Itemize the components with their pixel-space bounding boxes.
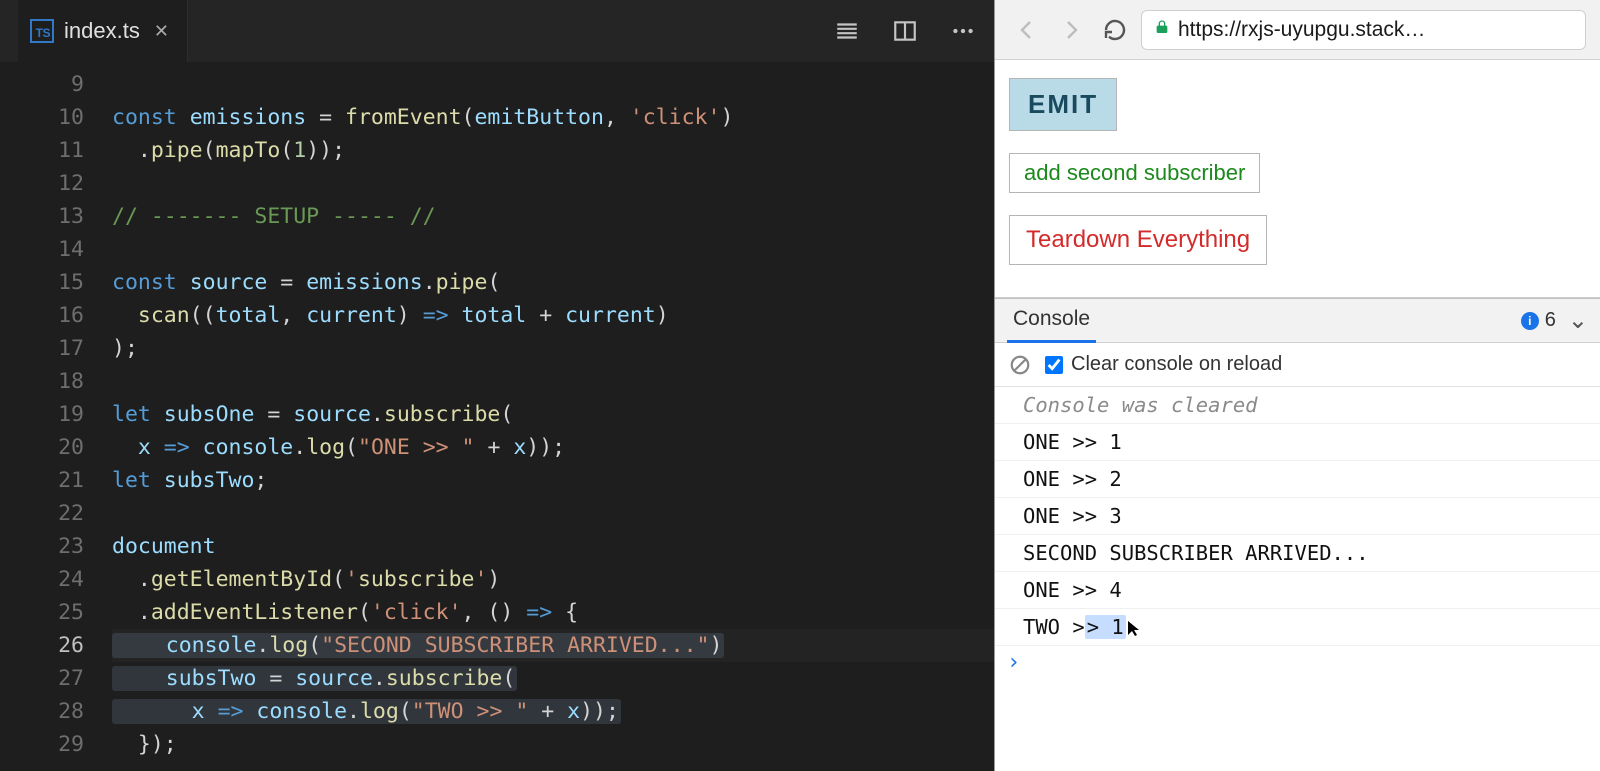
reload-icon[interactable]: [1097, 12, 1133, 48]
word-wrap-icon[interactable]: [834, 18, 860, 44]
console-log-line: ONE >> 4: [995, 572, 1600, 609]
console-log-line: ONE >> 3: [995, 498, 1600, 535]
console-input-prompt[interactable]: ›: [995, 646, 1600, 679]
teardown-button[interactable]: Teardown Everything: [1009, 215, 1267, 265]
devtools-tabs: Console i 6 ⌄: [995, 299, 1600, 343]
typescript-icon: TS: [30, 19, 54, 43]
line-gutter: 9101112131415161718192021222324252627282…: [0, 68, 112, 771]
console-toolbar: Clear console on reload: [995, 343, 1600, 387]
url-text: https://rxjs-uyupgu.stack…: [1178, 18, 1573, 42]
browser-toolbar: https://rxjs-uyupgu.stack…: [995, 0, 1600, 60]
devtools-panel: Console i 6 ⌄ Clear console on reload Co…: [995, 298, 1600, 771]
rendered-page: EMIT add second subscriber Teardown Ever…: [995, 60, 1600, 298]
message-count: 6: [1545, 309, 1556, 332]
lock-icon: [1154, 19, 1170, 40]
console-log-line: TWO >> 1: [995, 609, 1600, 646]
console-log-line: Console was cleared: [995, 387, 1600, 424]
more-actions-icon[interactable]: [950, 18, 976, 44]
console-log[interactable]: Console was clearedONE >> 1ONE >> 2ONE >…: [995, 387, 1600, 771]
clear-on-reload-toggle[interactable]: Clear console on reload: [1045, 353, 1282, 376]
split-editor-icon[interactable]: [892, 18, 918, 44]
editor-actions: [834, 18, 976, 44]
message-count-badge[interactable]: i 6: [1521, 309, 1556, 332]
editor-tab[interactable]: TS index.ts ✕: [18, 0, 188, 62]
emit-button[interactable]: EMIT: [1009, 78, 1117, 131]
clear-on-reload-label: Clear console on reload: [1071, 353, 1282, 376]
clear-console-icon[interactable]: [1009, 354, 1031, 376]
nav-forward-icon[interactable]: [1053, 12, 1089, 48]
console-tab[interactable]: Console: [1007, 299, 1096, 343]
url-field[interactable]: https://rxjs-uyupgu.stack…: [1141, 10, 1586, 50]
console-log-line: SECOND SUBSCRIBER ARRIVED...: [995, 535, 1600, 572]
nav-back-icon[interactable]: [1009, 12, 1045, 48]
console-log-line: ONE >> 1: [995, 424, 1600, 461]
code-editor-pane: TS index.ts ✕ 91011121314151617181920212…: [0, 0, 994, 771]
code-area[interactable]: 9101112131415161718192021222324252627282…: [0, 62, 994, 771]
clear-on-reload-checkbox[interactable]: [1045, 356, 1063, 374]
tab-filename: index.ts: [64, 18, 140, 44]
console-log-line: ONE >> 2: [995, 461, 1600, 498]
code-content[interactable]: const emissions = fromEvent(emitButton, …: [112, 68, 994, 771]
add-subscriber-button[interactable]: add second subscriber: [1009, 153, 1260, 193]
close-tab-icon[interactable]: ✕: [154, 21, 169, 42]
preview-pane: https://rxjs-uyupgu.stack… EMIT add seco…: [994, 0, 1600, 771]
info-icon: i: [1521, 312, 1539, 330]
editor-tab-bar: TS index.ts ✕: [0, 0, 994, 62]
chevron-down-icon[interactable]: ⌄: [1568, 306, 1588, 335]
